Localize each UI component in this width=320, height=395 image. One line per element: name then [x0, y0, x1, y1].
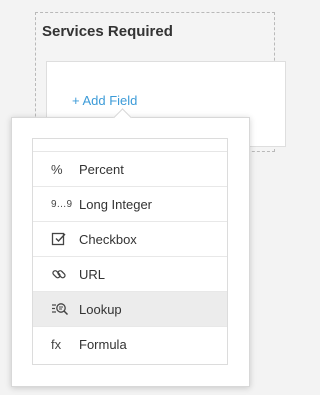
menu-item-label: Percent: [79, 161, 124, 177]
long-integer-icon: 9…9: [51, 198, 73, 210]
section-title: Services Required: [42, 23, 173, 40]
menu-item-label: Long Integer: [79, 196, 153, 212]
lookup-icon: [51, 301, 73, 317]
menu-item-checkbox[interactable]: Checkbox: [33, 222, 227, 257]
checkbox-icon: [51, 231, 73, 247]
menu-item-formula[interactable]: fx Formula: [33, 327, 227, 362]
menu-item-label: Formula: [79, 337, 127, 352]
link-icon: [51, 266, 73, 282]
menu-item-long-integer[interactable]: 9…9 Long Integer: [33, 187, 227, 222]
menu-item-label: Checkbox: [79, 231, 137, 247]
formula-icon: fx: [51, 337, 62, 352]
menu-item-url[interactable]: URL: [33, 257, 227, 292]
menu-item-percent[interactable]: % Percent: [33, 152, 227, 187]
field-type-popover: % Percent 9…9 Long Integer Checkbox URL …: [11, 108, 250, 387]
menu-item-label: Lookup: [79, 301, 122, 317]
field-type-list: % Percent 9…9 Long Integer Checkbox URL …: [32, 138, 228, 365]
percent-icon: %: [51, 161, 63, 177]
menu-item-label: URL: [79, 266, 106, 282]
list-top-spacer: [33, 139, 227, 152]
menu-item-lookup[interactable]: Lookup: [33, 292, 227, 327]
add-field-link[interactable]: + Add Field: [72, 93, 137, 108]
